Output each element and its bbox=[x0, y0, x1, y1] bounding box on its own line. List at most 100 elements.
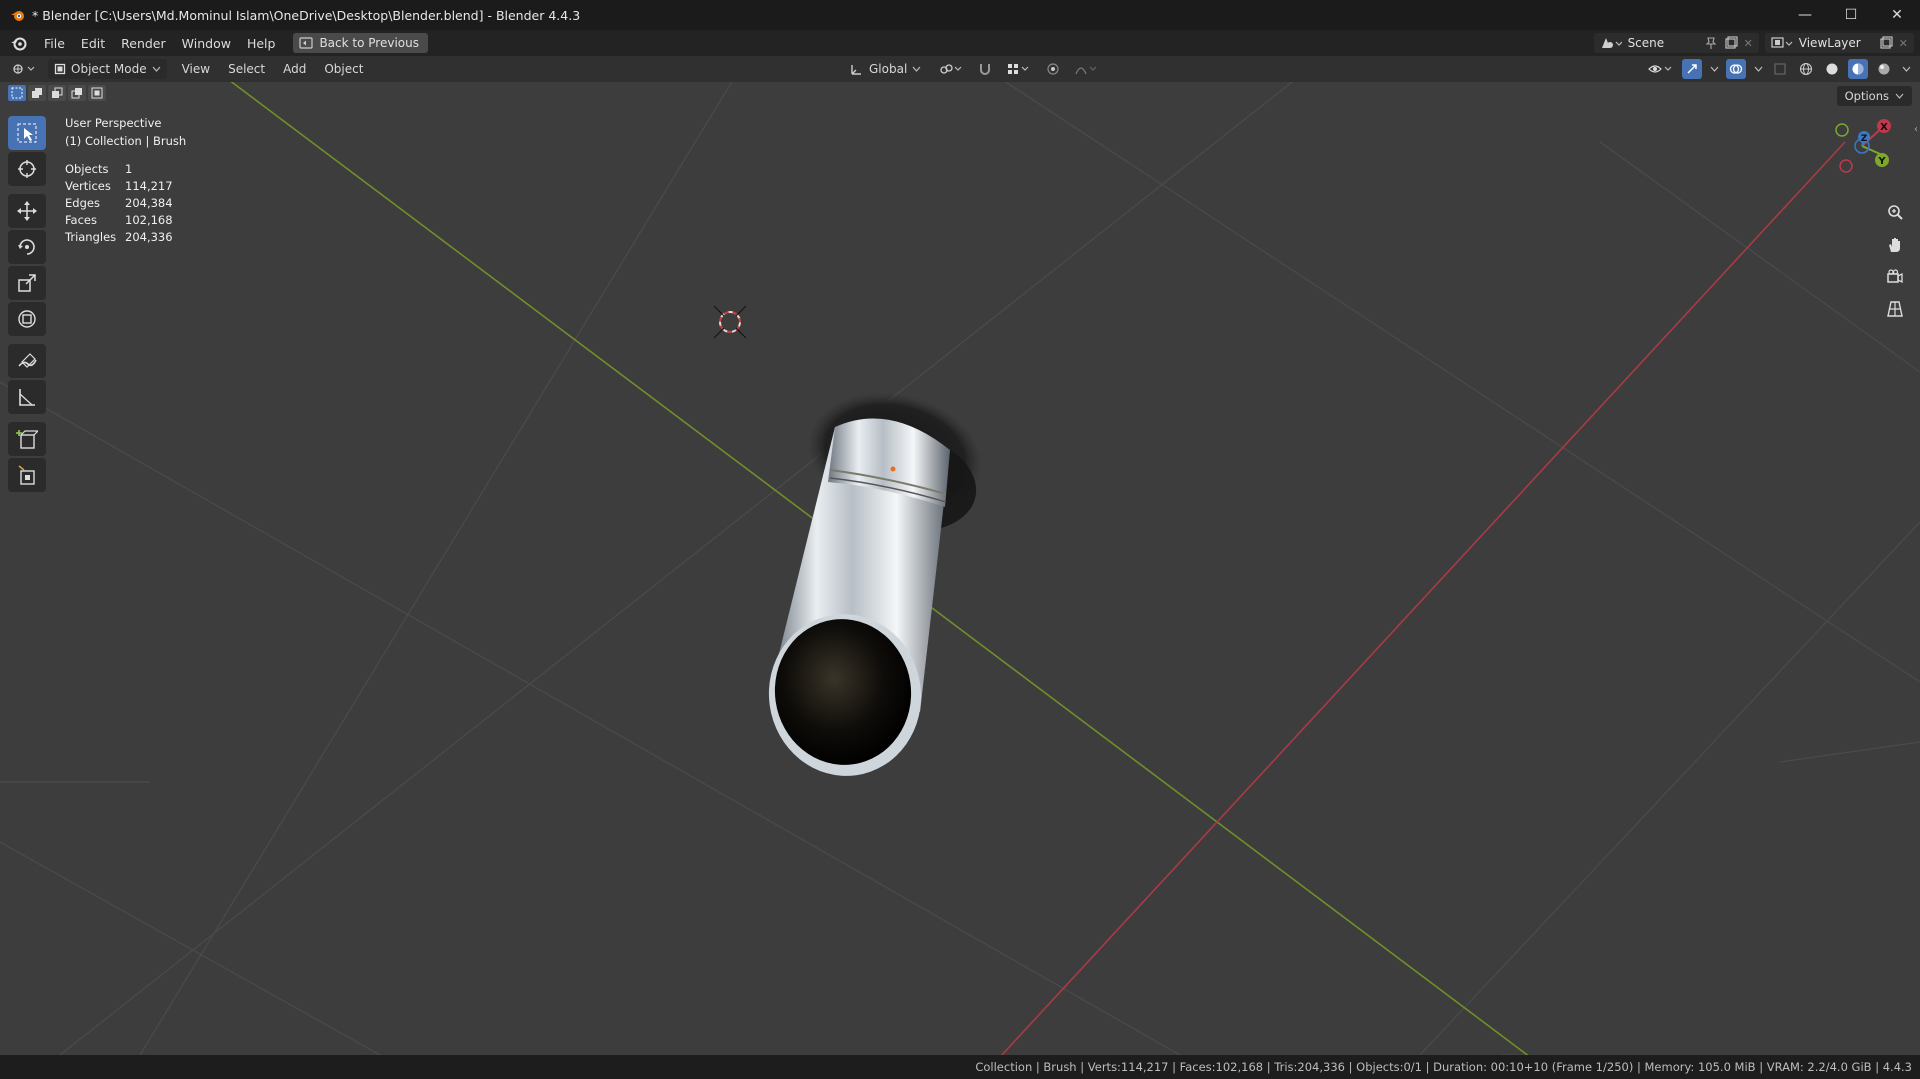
menu-edit[interactable]: Edit bbox=[73, 36, 113, 51]
gizmo-toggle[interactable] bbox=[1682, 59, 1702, 79]
transform-tool[interactable] bbox=[8, 302, 46, 336]
z-axis-label: Z bbox=[1861, 134, 1868, 144]
menu-object[interactable]: Object bbox=[315, 62, 372, 76]
3d-viewport[interactable]: User Perspective (1) Collection | Brush … bbox=[0, 82, 1920, 1055]
add-cube-tool[interactable] bbox=[8, 422, 46, 456]
rendered-sphere-icon bbox=[1878, 63, 1890, 75]
shading-rendered-button[interactable] bbox=[1874, 59, 1894, 79]
status-bar: Collection | Brush | Verts:114,217 | Fac… bbox=[0, 1055, 1920, 1079]
minimize-button[interactable]: — bbox=[1782, 0, 1828, 30]
x-axis-label: X bbox=[1880, 122, 1888, 133]
scale-tool[interactable] bbox=[8, 266, 46, 300]
close-button[interactable]: ✕ bbox=[1874, 0, 1920, 30]
shading-solid-button[interactable] bbox=[1822, 59, 1842, 79]
cursor-tool[interactable] bbox=[8, 152, 46, 186]
remove-scene-icon[interactable]: ✕ bbox=[1744, 37, 1753, 50]
view-layer-selector[interactable]: ViewLayer ✕ bbox=[1764, 33, 1914, 53]
xray-toggle[interactable] bbox=[1770, 59, 1790, 79]
scale-icon bbox=[18, 274, 36, 292]
move-tool[interactable] bbox=[8, 194, 46, 228]
object-mode-dropdown[interactable]: Object Mode bbox=[48, 59, 167, 79]
add-cube-icon bbox=[16, 430, 38, 449]
shading-dropdown[interactable] bbox=[1900, 59, 1912, 79]
chevron-down-icon bbox=[152, 66, 161, 72]
menu-view[interactable]: View bbox=[173, 62, 219, 76]
unwrap-tool[interactable] bbox=[8, 458, 46, 492]
blender-menu-icon[interactable] bbox=[10, 34, 28, 52]
menu-add[interactable]: Add bbox=[274, 62, 315, 76]
pivot-point-button[interactable] bbox=[937, 59, 965, 79]
menu-window[interactable]: Window bbox=[174, 36, 239, 51]
camera-view-button[interactable] bbox=[1882, 264, 1908, 290]
top-menu-bar: File Edit Render Window Help Back to Pre… bbox=[0, 30, 1920, 56]
pin-icon[interactable] bbox=[1704, 36, 1718, 50]
pan-button[interactable] bbox=[1882, 232, 1908, 258]
zoom-button[interactable] bbox=[1882, 200, 1908, 226]
xray-icon bbox=[1774, 63, 1786, 75]
selection-mode-buttons bbox=[8, 85, 106, 101]
falloff-curve-icon bbox=[1075, 66, 1097, 75]
annotate-tool[interactable] bbox=[8, 344, 46, 378]
transform-controls: Global bbox=[838, 56, 1101, 82]
editor-type-dropdown[interactable] bbox=[6, 59, 42, 79]
brush-object[interactable] bbox=[758, 377, 993, 786]
visibility-dropdown[interactable] bbox=[1646, 59, 1676, 79]
object-mode-label: Object Mode bbox=[71, 62, 147, 76]
x-axis-line bbox=[1000, 141, 1846, 1055]
scene-selector[interactable]: Scene ✕ bbox=[1593, 33, 1759, 53]
chevron-down-icon bbox=[1754, 66, 1762, 72]
blender-logo-icon bbox=[11, 11, 24, 21]
pivot-link-icon bbox=[940, 64, 962, 74]
menu-render[interactable]: Render bbox=[113, 36, 174, 51]
shading-material-button[interactable] bbox=[1848, 59, 1868, 79]
select-invert-button[interactable] bbox=[68, 85, 86, 101]
select-intersect-button[interactable] bbox=[88, 85, 106, 101]
snap-toggle[interactable] bbox=[975, 59, 995, 79]
measure-tool[interactable] bbox=[8, 380, 46, 414]
remove-view-layer-icon[interactable]: ✕ bbox=[1899, 37, 1908, 50]
new-view-layer-icon[interactable] bbox=[1879, 36, 1893, 50]
view-layer-icon bbox=[1771, 37, 1793, 48]
stat-row: Objects 1 bbox=[65, 162, 173, 179]
proportional-falloff-dropdown[interactable] bbox=[1073, 59, 1101, 79]
sidebar-toggle-icon[interactable]: ‹ bbox=[1914, 124, 1918, 135]
stat-value: 102,168 bbox=[125, 213, 173, 227]
new-scene-icon[interactable] bbox=[1724, 36, 1738, 50]
eye-icon bbox=[1648, 65, 1672, 73]
orthographic-toggle[interactable] bbox=[1882, 296, 1908, 322]
navigation-gizmo[interactable]: X Y Z bbox=[1822, 110, 1902, 190]
menu-file[interactable]: File bbox=[36, 36, 73, 51]
transform-orientation-dropdown[interactable]: Global bbox=[844, 59, 927, 79]
orientation-label: Global bbox=[869, 62, 908, 76]
scene-selector-area: Scene ✕ ViewLayer ✕ bbox=[1593, 30, 1920, 56]
overlays-dropdown[interactable] bbox=[1752, 59, 1764, 79]
ruler-icon bbox=[19, 389, 35, 406]
snap-target-dropdown[interactable] bbox=[1005, 59, 1033, 79]
select-new-button[interactable] bbox=[8, 85, 26, 101]
menu-help[interactable]: Help bbox=[239, 36, 284, 51]
maximize-button[interactable]: ☐ bbox=[1828, 0, 1874, 30]
3d-cursor bbox=[713, 305, 747, 339]
negative-x-handle[interactable] bbox=[1839, 159, 1853, 173]
back-to-previous-button[interactable]: Back to Previous bbox=[293, 33, 428, 53]
gizmo-dropdown[interactable] bbox=[1708, 59, 1720, 79]
3d-cursor-icon bbox=[18, 160, 36, 178]
shading-wireframe-button[interactable] bbox=[1796, 59, 1816, 79]
transform-icon bbox=[18, 310, 36, 328]
negative-y-handle[interactable] bbox=[1835, 123, 1849, 137]
stat-label: Objects bbox=[65, 162, 109, 176]
scene-name: Scene bbox=[1627, 36, 1665, 50]
stat-value: 204,384 bbox=[125, 196, 173, 210]
magnet-icon bbox=[980, 64, 991, 75]
stat-value: 1 bbox=[125, 162, 133, 176]
options-dropdown[interactable]: Options bbox=[1836, 86, 1912, 106]
select-subtract-button[interactable] bbox=[48, 85, 66, 101]
menu-select[interactable]: Select bbox=[219, 62, 274, 76]
select-extend-button[interactable] bbox=[28, 85, 46, 101]
rotate-tool[interactable] bbox=[8, 230, 46, 264]
stat-label: Vertices bbox=[65, 179, 111, 193]
proportional-editing-toggle[interactable] bbox=[1043, 59, 1063, 79]
select-box-tool[interactable] bbox=[8, 116, 46, 150]
select-new-icon bbox=[11, 87, 23, 99]
overlays-toggle[interactable] bbox=[1726, 59, 1746, 79]
